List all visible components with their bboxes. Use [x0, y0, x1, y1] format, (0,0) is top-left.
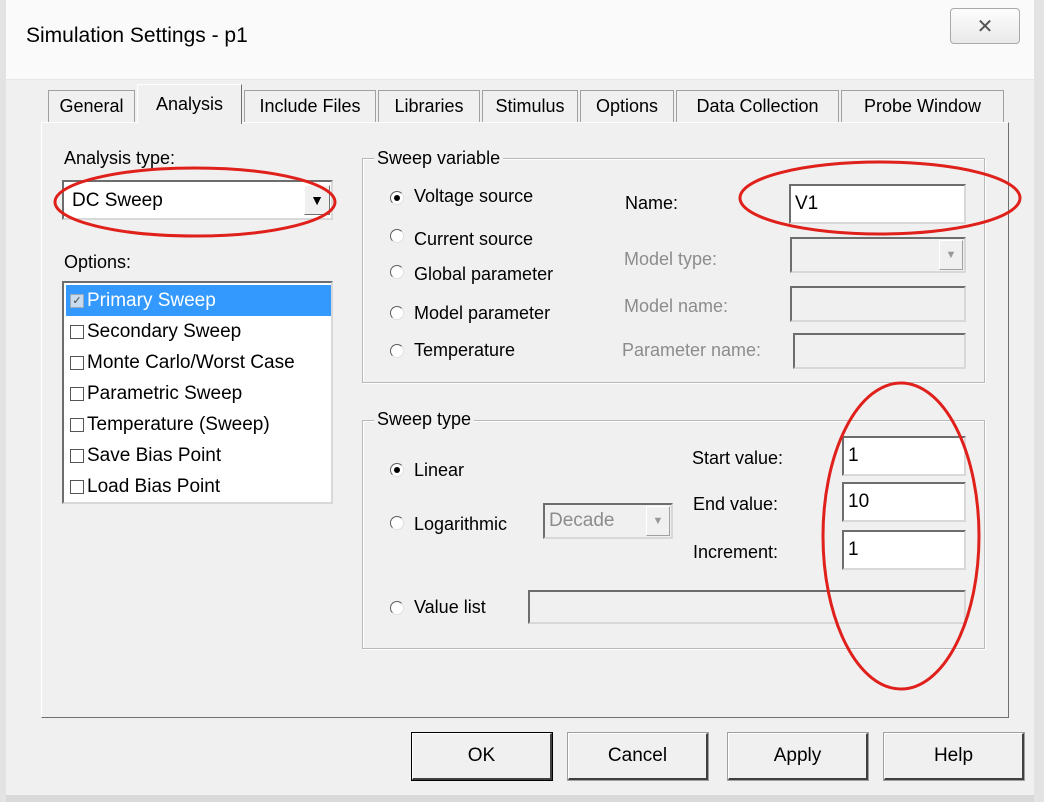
- annotation-ellipse-name: [738, 160, 1022, 236]
- tab-label: Analysis: [155, 94, 224, 114]
- annotation-ellipse-analysis-type: [53, 166, 337, 238]
- annotation-ellipse-sweep-values: [821, 381, 981, 691]
- tab-analysis[interactable]: Analysis: [137, 84, 242, 124]
